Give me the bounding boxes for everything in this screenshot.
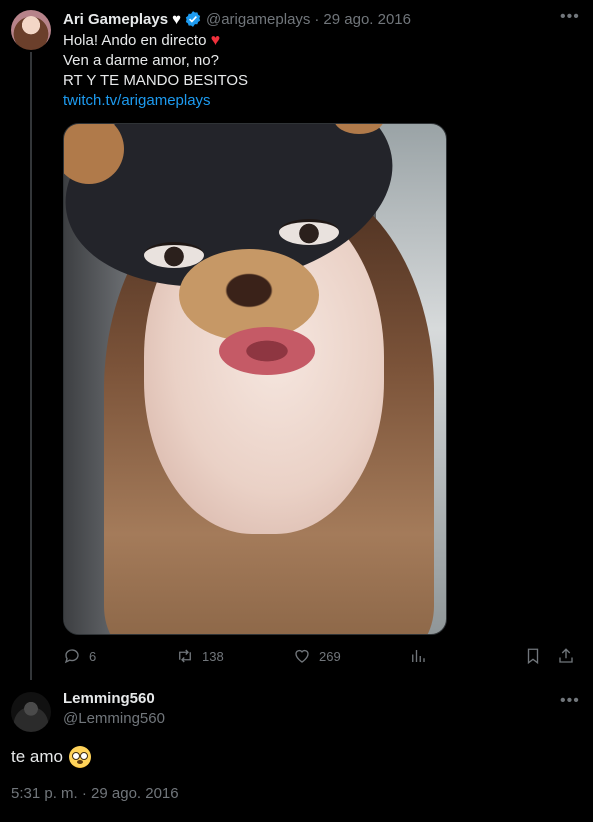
share-icon [559,648,573,663]
more-icon[interactable]: ••• [560,8,580,26]
dog-nose-filter [179,249,319,341]
tweet-line-2: Ven a darme amor, no? [63,52,219,69]
reply-text-content: te amo [11,747,63,766]
thread-line [30,52,32,680]
retweet-button[interactable]: 138 [176,647,224,665]
like-icon [295,649,309,663]
views-button[interactable] [409,647,427,665]
flushed-face-emoji-icon [68,746,91,768]
bookmark-icon [527,648,539,665]
tweet-photo[interactable] [63,123,447,635]
white-heart-icon: ♥ [172,10,181,28]
tweet-link[interactable]: twitch.tv/arigameplays [63,91,573,111]
reply-avatar[interactable] [11,692,51,732]
reply-text: te amo [11,745,91,769]
reply-button[interactable]: 6 [63,647,96,665]
red-heart-icon: ♥ [210,32,221,49]
reply-icon [64,649,79,664]
photo-lips [219,327,315,375]
display-name[interactable]: Ari Gameplays [63,11,168,28]
separator: · [314,10,320,28]
bookmark-button[interactable] [524,647,542,665]
tweet-line-1: Hola! Ando en directo [63,32,207,49]
tweet-line-3: RT Y TE MANDO BESITOS [63,72,249,89]
reply-display-name[interactable]: Lemming560 [63,690,165,710]
reply-timestamp[interactable]: 5:31 p. m. · 29 ago. 2016 [11,785,179,802]
share-button[interactable] [557,647,575,665]
avatar[interactable] [11,10,51,50]
photo-eye-right [279,219,339,245]
reply-count: 6 [89,648,97,664]
handle[interactable]: @arigameplays [206,11,310,28]
views-icon [412,650,425,662]
retweet-count: 138 [202,648,224,664]
verified-badge-icon[interactable] [184,10,202,28]
reply-header: Lemming560 @Lemming560 [63,690,165,730]
reply-more-icon[interactable]: ••• [560,692,580,710]
like-count: 269 [319,648,341,664]
reply-handle[interactable]: @Lemming560 [63,710,165,730]
tweet-text: Hola! Ando en directo ♥ Ven a darme amor… [63,31,573,111]
parent-tweet[interactable]: Ari Gameplays ♥ @arigameplays · 29 ago. … [0,0,593,680]
action-bar: 6 138 269 [63,647,578,667]
tweet-date[interactable]: 29 ago. 2016 [323,11,411,28]
retweet-icon [179,649,191,663]
tweet-header: Ari Gameplays ♥ @arigameplays · 29 ago. … [63,10,411,28]
like-button[interactable]: 269 [293,647,341,665]
